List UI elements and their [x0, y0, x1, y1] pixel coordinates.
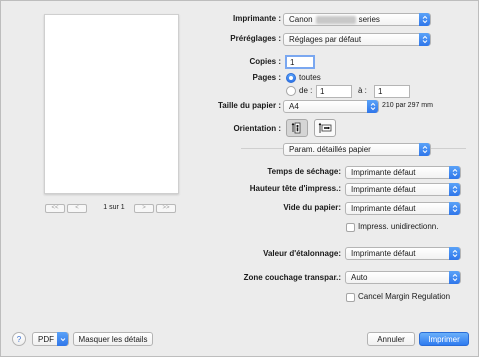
chevron-updown-icon	[419, 143, 430, 156]
hide-details-label: Masquer les détails	[78, 334, 148, 344]
chevron-updown-icon	[449, 166, 460, 179]
print-dialog: << < 1 sur 1 > >> Imprimante : Canon ser…	[0, 0, 479, 357]
copies-field[interactable]: 1	[285, 55, 315, 69]
pages-all-radio[interactable]	[286, 73, 296, 83]
pages-to-field[interactable]: 1	[374, 85, 410, 98]
pages-all-label: toutes	[299, 73, 321, 82]
copies-value: 1	[290, 57, 295, 67]
page-indicator: 1 sur 1	[103, 204, 125, 211]
pages-range-radio[interactable]	[286, 86, 296, 96]
orientation-label: Orientation :	[233, 124, 281, 133]
printer-label: Imprimante :	[232, 14, 281, 23]
help-button[interactable]: ?	[12, 332, 26, 346]
chevron-updown-icon	[449, 247, 460, 260]
printer-name-prefix: Canon	[289, 15, 313, 24]
pages-to-value: 1	[378, 87, 383, 96]
transparent-coating-select[interactable]: Auto	[345, 271, 461, 284]
chevron-updown-icon	[419, 13, 430, 26]
calibration-label: Valeur d'étalonnage:	[263, 249, 341, 258]
paper-size-value: A4	[289, 102, 299, 111]
calibration-value: Imprimante défaut	[351, 249, 416, 258]
printer-name-suffix: series	[358, 15, 380, 24]
head-height-value: Imprimante défaut	[351, 185, 416, 194]
drying-time-select[interactable]: Imprimante défaut	[345, 166, 461, 179]
printer-model-redacted	[315, 15, 356, 24]
printer-select[interactable]: Canon series	[283, 13, 431, 26]
pages-from-label: de :	[299, 86, 313, 95]
print-label: Imprimer	[428, 334, 460, 344]
transparent-coating-value: Auto	[351, 273, 368, 282]
cancel-margin-checkbox[interactable]	[346, 293, 355, 302]
paper-dimensions: 210 par 297 mm	[382, 102, 433, 109]
chevron-updown-icon	[449, 202, 460, 215]
preview-nav-right: > >>	[134, 203, 176, 213]
head-height-select[interactable]: Imprimante défaut	[345, 183, 461, 196]
unidirectional-label: Impress. unidirectionn.	[358, 222, 439, 231]
section-value: Param. détaillés papier	[289, 145, 371, 154]
orientation-landscape-button[interactable]	[314, 119, 336, 137]
preview-nav-left: << <	[45, 203, 87, 213]
previous-page-button[interactable]: <	[67, 203, 87, 213]
chevron-updown-icon	[449, 183, 460, 196]
chevron-updown-icon	[419, 33, 430, 46]
help-icon: ?	[16, 334, 22, 344]
section-select[interactable]: Param. détaillés papier	[283, 143, 431, 156]
drying-time-value: Imprimante défaut	[351, 168, 416, 177]
paper-size-select[interactable]: A4	[283, 100, 379, 113]
last-page-button[interactable]: >>	[156, 203, 176, 213]
hide-details-button[interactable]: Masquer les détails	[73, 332, 153, 346]
last-page-icon: >>	[162, 205, 170, 211]
next-page-button[interactable]: >	[134, 203, 154, 213]
head-height-label: Hauteur tête d'impress.:	[249, 184, 341, 193]
copies-label: Copies :	[249, 57, 281, 66]
landscape-person-icon	[318, 122, 332, 133]
presets-label: Préréglages :	[230, 34, 281, 43]
pdf-menu-button[interactable]: PDF	[32, 332, 69, 346]
chevron-updown-icon	[367, 100, 378, 113]
cancel-button[interactable]: Annuler	[367, 332, 415, 346]
transparent-coating-label: Zone couchage transpar.:	[243, 273, 341, 282]
paper-vacuum-value: Imprimante défaut	[351, 204, 416, 213]
portrait-person-icon	[291, 122, 301, 134]
pages-from-field[interactable]: 1	[316, 85, 352, 98]
drying-time-label: Temps de séchage:	[267, 167, 341, 176]
cancel-label: Annuler	[377, 334, 405, 344]
pages-to-label: à :	[358, 86, 367, 95]
unidirectional-checkbox[interactable]	[346, 223, 355, 232]
cancel-margin-label: Cancel Margin Regulation	[358, 292, 451, 301]
orientation-portrait-button[interactable]	[286, 119, 308, 137]
pages-from-value: 1	[320, 87, 325, 96]
next-page-icon: >	[142, 205, 146, 211]
paper-vacuum-label: Vide du papier:	[283, 203, 341, 212]
paper-size-label: Taille du papier :	[218, 101, 281, 110]
pages-label: Pages :	[252, 73, 281, 82]
first-page-icon: <<	[51, 205, 59, 211]
page-preview	[44, 14, 179, 194]
previous-page-icon: <	[75, 205, 79, 211]
chevron-down-icon	[57, 332, 68, 346]
pdf-label: PDF	[38, 334, 54, 344]
first-page-button[interactable]: <<	[45, 203, 65, 213]
presets-select[interactable]: Réglages par défaut	[283, 33, 431, 46]
calibration-select[interactable]: Imprimante défaut	[345, 247, 461, 260]
presets-value: Réglages par défaut	[289, 35, 362, 44]
print-button[interactable]: Imprimer	[419, 332, 469, 346]
paper-vacuum-select[interactable]: Imprimante défaut	[345, 202, 461, 215]
chevron-updown-icon	[449, 271, 460, 284]
